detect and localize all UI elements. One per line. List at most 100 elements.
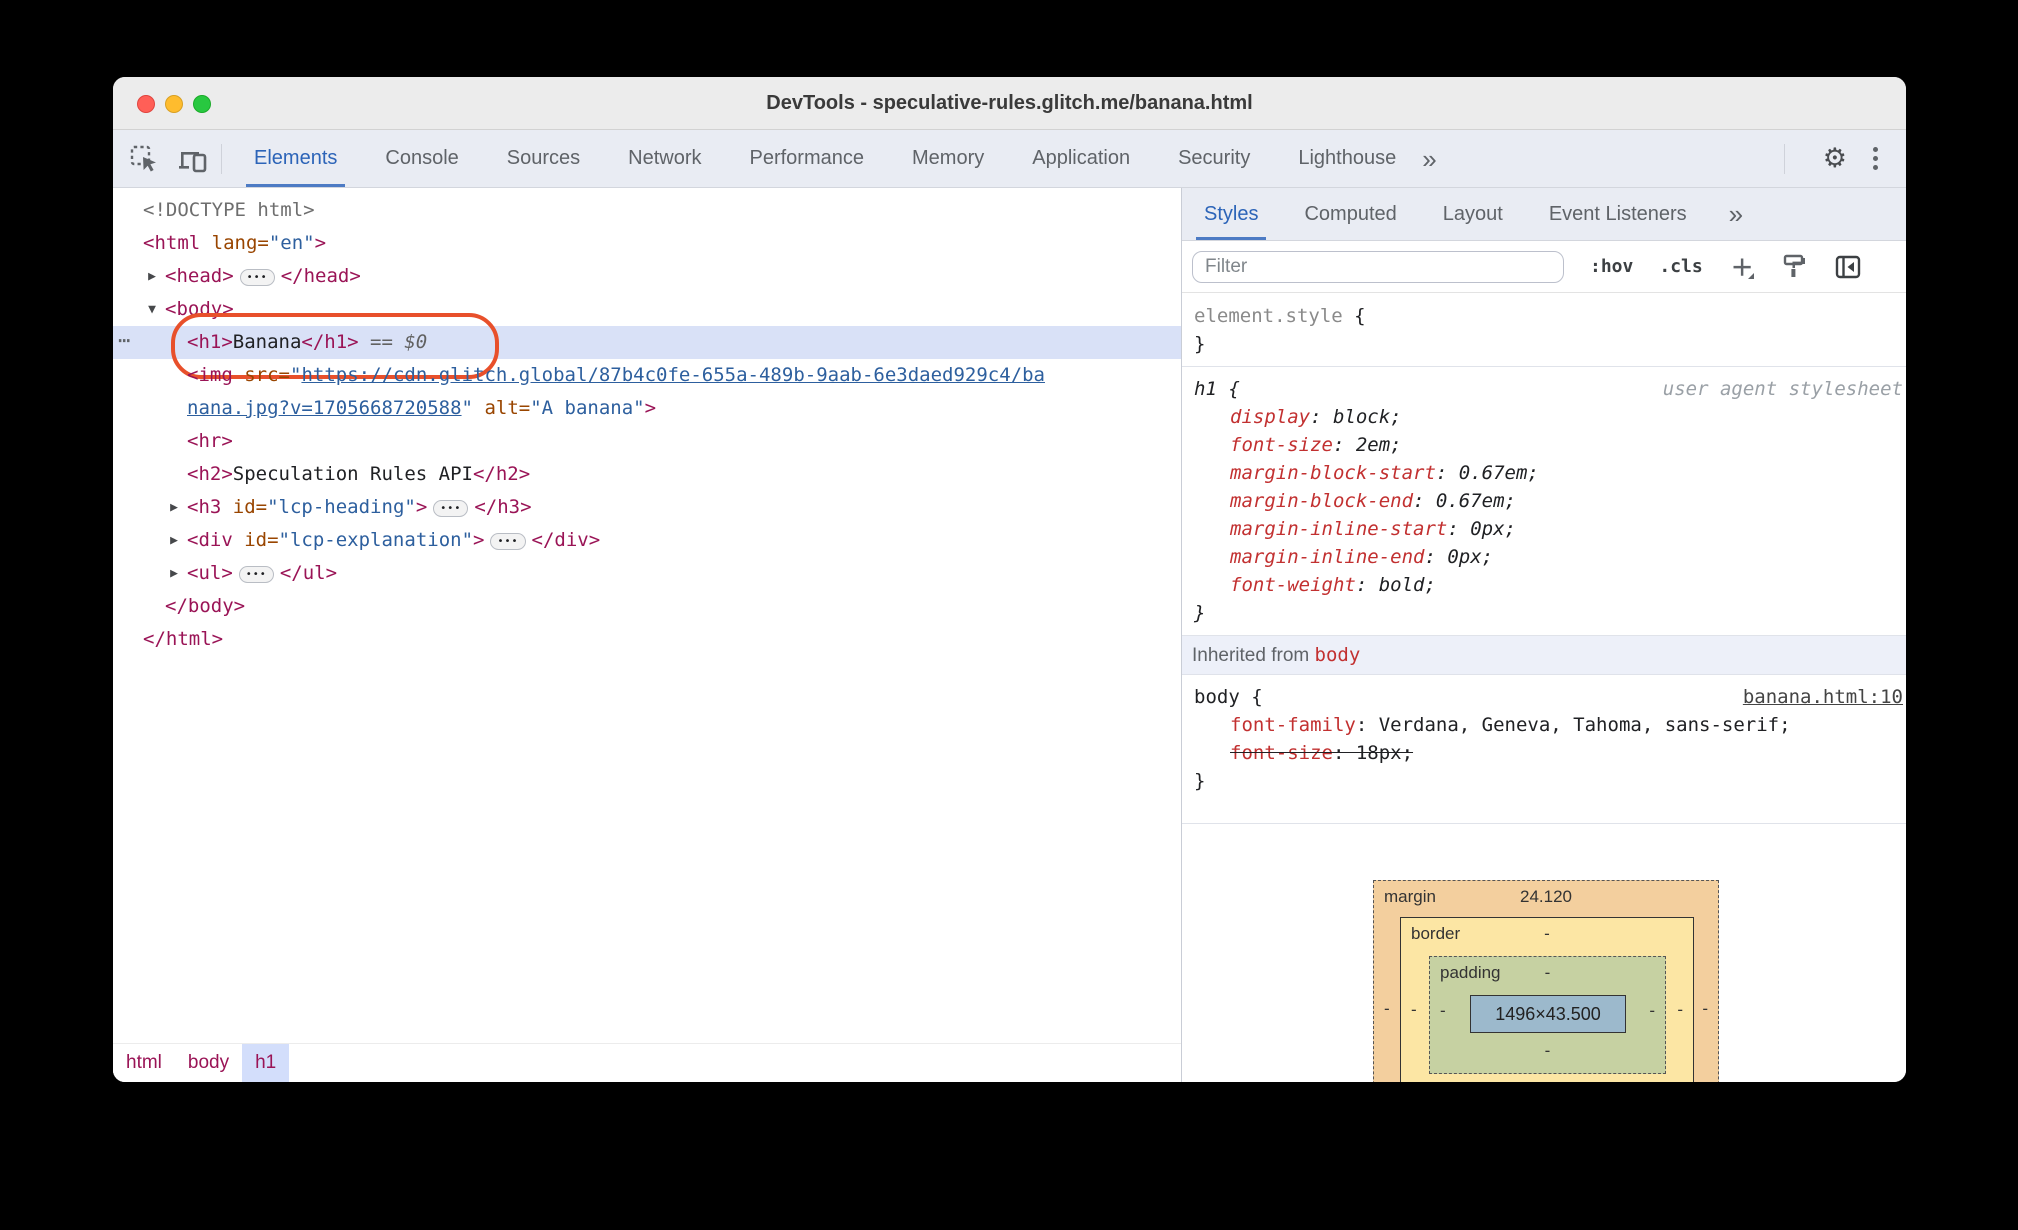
expand-children-button[interactable]: ••• xyxy=(238,566,274,583)
element-classes-toggle[interactable]: .cls xyxy=(1659,256,1702,277)
inherited-node-link[interactable]: body xyxy=(1315,644,1361,666)
tree-row[interactable]: ▶ <head> ••• </head> xyxy=(113,260,1181,293)
styles-filter-input[interactable] xyxy=(1192,250,1564,283)
tree-row[interactable]: </body> xyxy=(113,590,1181,623)
tree-row[interactable]: nana.jpg?v=1705668720588" alt="A banana"… xyxy=(113,392,1181,425)
border-right-value[interactable]: - xyxy=(1677,1000,1683,1020)
tree-row[interactable]: ⋯ <h1>Banana</h1> == $0 xyxy=(113,313,1181,379)
breadcrumb-item-html[interactable]: html xyxy=(113,1044,175,1082)
margin-right-value[interactable]: - xyxy=(1702,999,1708,1019)
sidebar-tab-layout[interactable]: Layout xyxy=(1433,188,1513,240)
tree-row[interactable]: <h2>Speculation Rules API</h2> xyxy=(113,458,1181,491)
style-declaration[interactable]: margin-inline-start: 0px; xyxy=(1182,515,1906,543)
collapse-arrow-icon[interactable]: ▼ xyxy=(143,293,161,326)
tab-network[interactable]: Network xyxy=(618,130,711,187)
box-model-section: margin 24.120 - - border - - - - padding xyxy=(1182,824,1906,1082)
pseudo-state-toggle[interactable]: :hov xyxy=(1590,256,1633,277)
tree-row[interactable]: ▶ <ul> ••• </ul> xyxy=(113,557,1181,590)
ua-declarations: display: block; font-size: 2em; margin-blo… xyxy=(1182,403,1906,599)
device-toolbar-icon[interactable] xyxy=(177,144,209,174)
box-model-border[interactable]: border - - - - padding - - - - 14 xyxy=(1400,917,1694,1082)
tree-row[interactable]: <!DOCTYPE html> xyxy=(113,194,1181,227)
expand-children-button[interactable]: ••• xyxy=(239,269,275,286)
attribute-value-link[interactable]: https://cdn.glitch.global/87b4c0fe-655a-… xyxy=(301,364,1045,386)
code-token: </h1> xyxy=(301,331,359,353)
tab-security[interactable]: Security xyxy=(1168,130,1260,187)
style-declaration[interactable]: font-family: Verdana, Geneva, Tahoma, sa… xyxy=(1182,711,1906,739)
inspect-element-icon[interactable] xyxy=(129,144,159,174)
stylesheet-source-link[interactable]: banana.html:10 xyxy=(1743,683,1903,711)
code-token: </div> xyxy=(531,529,601,551)
padding-left-value[interactable]: - xyxy=(1440,1001,1446,1021)
tab-application[interactable]: Application xyxy=(1022,130,1140,187)
tab-performance[interactable]: Performance xyxy=(740,130,875,187)
box-model-diagram[interactable]: margin 24.120 - - border - - - - padding xyxy=(1373,880,1719,1082)
new-style-rule-icon[interactable] xyxy=(1729,254,1755,280)
code-token: </h2> xyxy=(472,463,531,485)
tree-row[interactable]: <hr> xyxy=(113,425,1181,458)
code-token: == $0 xyxy=(358,331,428,353)
breadcrumb-item-h1[interactable]: h1 xyxy=(242,1044,290,1082)
code-token: id xyxy=(232,529,268,551)
toggle-sidebar-icon[interactable] xyxy=(1834,254,1862,280)
sidebar-tab-event-listeners[interactable]: Event Listeners xyxy=(1539,188,1697,240)
element-style-section[interactable]: element.style { } xyxy=(1182,294,1906,367)
code-token: <body> xyxy=(165,298,234,320)
tree-row[interactable]: ▼ <body> xyxy=(113,293,1181,326)
tree-row[interactable]: </html> xyxy=(113,623,1181,656)
code-token: "en" xyxy=(268,232,315,254)
expand-arrow-icon[interactable]: ▶ xyxy=(165,557,183,590)
box-model-content[interactable]: 1496×43.500 xyxy=(1470,995,1626,1033)
expand-children-button[interactable]: ••• xyxy=(433,500,469,517)
styles-filter-bar: :hov .cls xyxy=(1182,241,1906,293)
expand-arrow-icon[interactable]: ▶ xyxy=(165,524,183,557)
style-declaration[interactable]: display: block; xyxy=(1182,403,1906,431)
more-options-icon[interactable] xyxy=(1873,147,1878,170)
tree-row[interactable]: <html lang="en"> xyxy=(113,227,1181,260)
padding-right-value[interactable]: - xyxy=(1649,1001,1655,1021)
tab-console[interactable]: Console xyxy=(375,130,468,187)
breadcrumb-item-body[interactable]: body xyxy=(175,1044,242,1082)
style-declaration[interactable]: font-size: 2em; xyxy=(1182,431,1906,459)
more-tabs-icon[interactable]: » xyxy=(1422,146,1436,172)
style-declaration[interactable]: font-size: 18px; xyxy=(1182,739,1906,767)
expand-arrow-icon[interactable]: ▶ xyxy=(143,260,161,293)
margin-top-value[interactable]: 24.120 xyxy=(1374,887,1718,907)
border-left-value[interactable]: - xyxy=(1411,1000,1417,1020)
devtools-toolbar: Elements Console Sources Network Performance… xyxy=(113,130,1906,188)
expand-arrow-icon[interactable]: ▶ xyxy=(165,491,183,524)
style-declaration[interactable]: margin-inline-end: 0px; xyxy=(1182,543,1906,571)
box-model-padding[interactable]: padding - - - - 1496×43.500 xyxy=(1429,956,1666,1074)
body-style-rule[interactable]: banana.html:10 body { font-family: Verda… xyxy=(1182,675,1906,824)
tab-elements[interactable]: Elements xyxy=(244,130,347,187)
row-more-actions-icon[interactable]: ⋯ xyxy=(118,324,130,357)
tree-row[interactable]: ▶ <h3 id="lcp-heading"> ••• </h3> xyxy=(113,491,1181,524)
tree-row[interactable]: ▶ <div id="lcp-explanation"> ••• </div> xyxy=(113,524,1181,557)
box-model-margin[interactable]: margin 24.120 - - border - - - - padding xyxy=(1373,880,1719,1082)
padding-top-value[interactable]: - xyxy=(1430,963,1665,983)
property-name: font-size xyxy=(1230,434,1333,456)
code-token: = xyxy=(255,496,268,518)
padding-bottom-value[interactable]: - xyxy=(1430,1041,1665,1061)
ua-style-rule[interactable]: user agent stylesheet h1 { display: bloc… xyxy=(1182,367,1906,636)
sidebar-more-tabs-icon[interactable]: » xyxy=(1729,201,1743,227)
expand-children-button[interactable]: ••• xyxy=(490,533,526,550)
property-name: margin-inline-start xyxy=(1230,518,1448,540)
margin-left-value[interactable]: - xyxy=(1384,999,1390,1019)
style-declaration[interactable]: margin-block-start: 0.67em; xyxy=(1182,459,1906,487)
settings-gear-icon[interactable]: ⚙ xyxy=(1823,145,1847,172)
property-name: font-size xyxy=(1230,742,1333,764)
sidebar-tab-computed[interactable]: Computed xyxy=(1294,188,1406,240)
property-name: font-weight xyxy=(1230,574,1356,596)
style-declaration[interactable]: margin-block-end: 0.67em; xyxy=(1182,487,1906,515)
attribute-value-link[interactable]: nana.jpg?v=1705668720588 xyxy=(187,397,462,419)
tab-sources[interactable]: Sources xyxy=(497,130,590,187)
tree-row[interactable]: <img src="https://cdn.glitch.global/87b4… xyxy=(113,359,1181,392)
style-declaration[interactable]: font-weight: bold; xyxy=(1182,571,1906,599)
sidebar-tab-styles[interactable]: Styles xyxy=(1194,188,1268,240)
rendering-emulation-icon[interactable] xyxy=(1781,253,1808,280)
tab-lighthouse[interactable]: Lighthouse xyxy=(1288,130,1406,187)
border-top-value[interactable]: - xyxy=(1401,924,1693,944)
tab-memory[interactable]: Memory xyxy=(902,130,994,187)
rule-origin: user agent stylesheet xyxy=(1662,378,1903,400)
